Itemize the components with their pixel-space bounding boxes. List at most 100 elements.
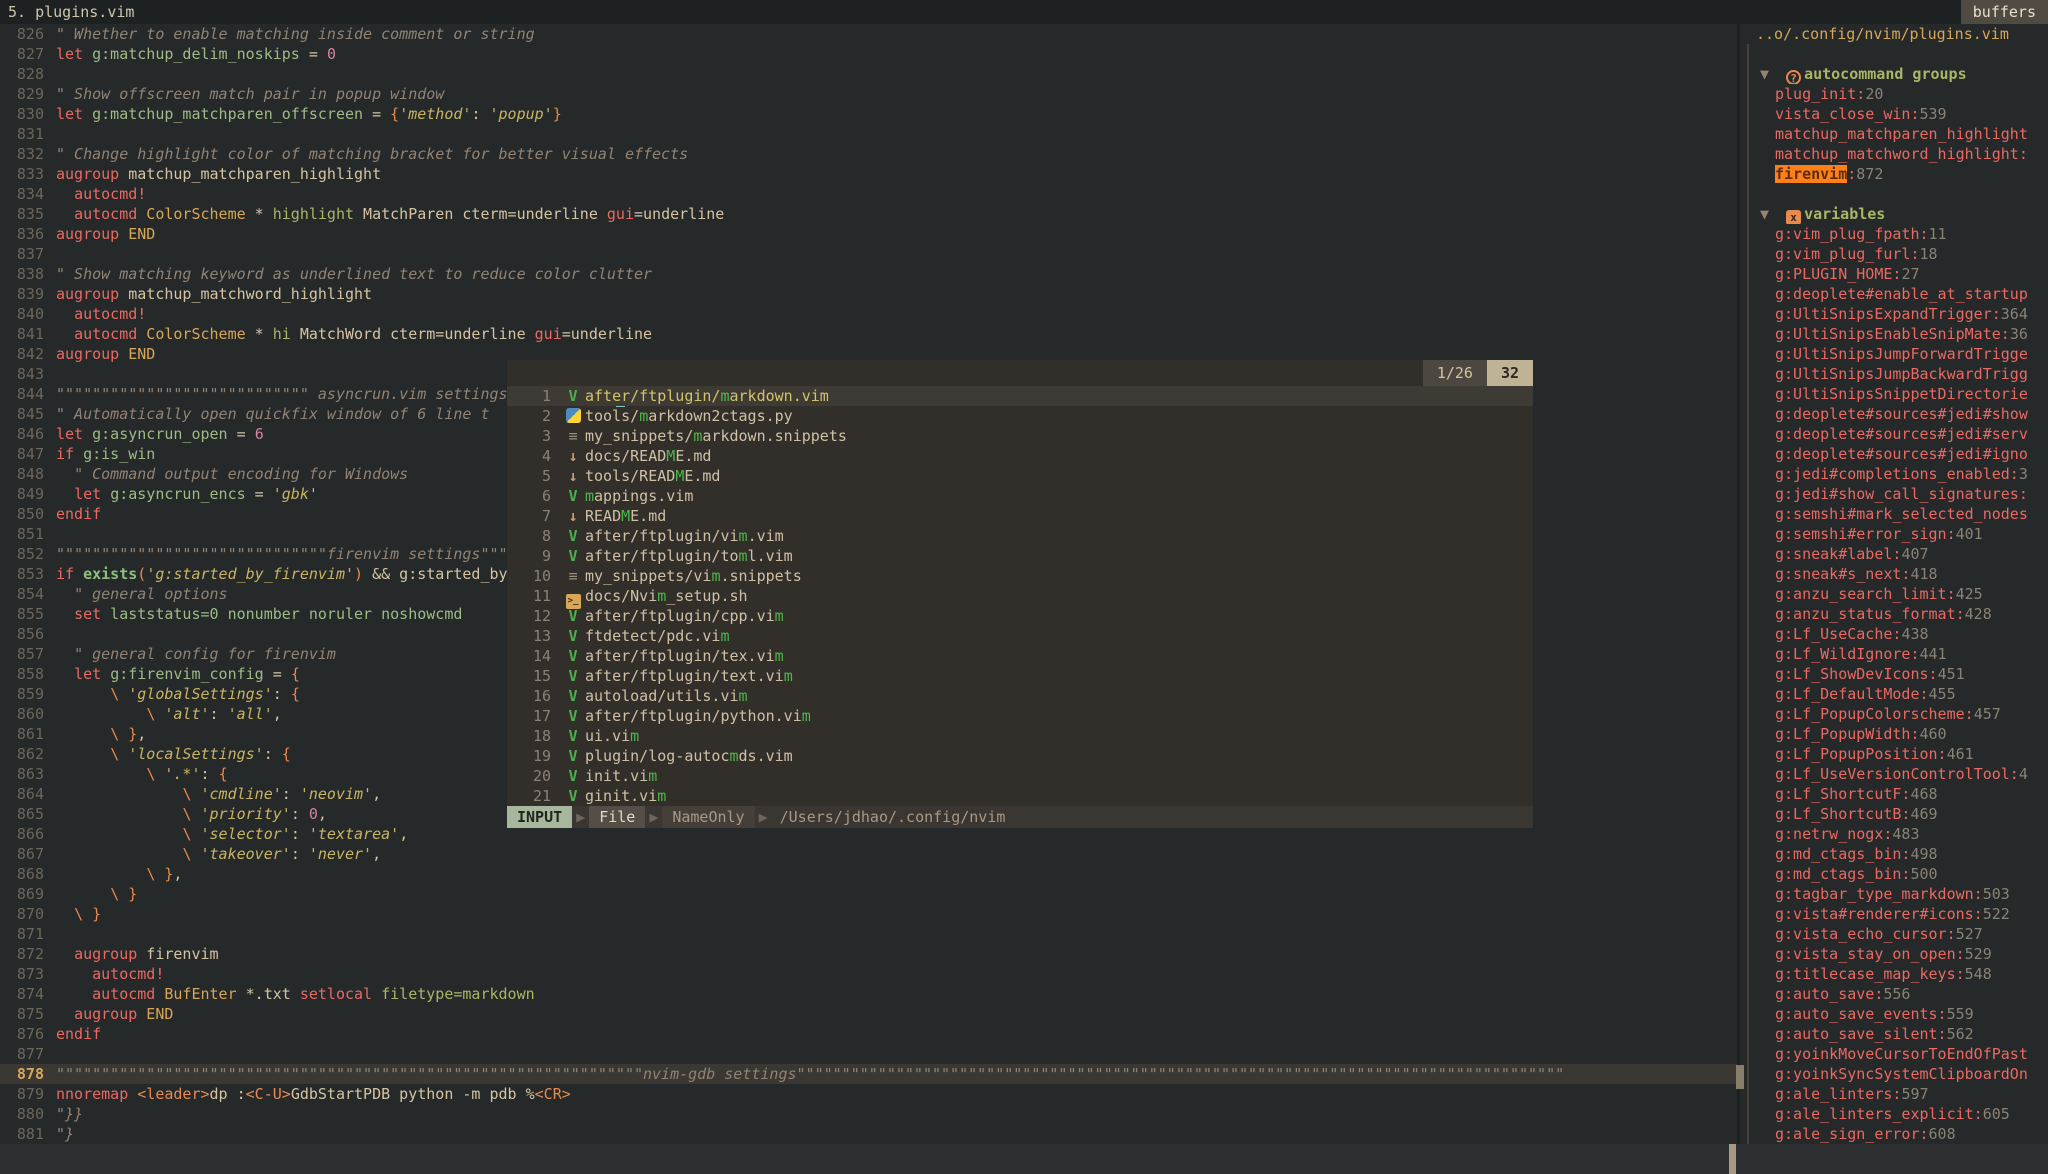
editor-line[interactable]: 840 autocmd!	[0, 304, 1737, 324]
vista-tag-item[interactable]: g:vim_plug_furl:18	[1740, 244, 2048, 264]
editor-line[interactable]: 867 \ 'takeover': 'never',	[0, 844, 1737, 864]
vista-tag-item[interactable]: g:deoplete#sources#jedi#show	[1740, 404, 2048, 424]
popup-result-item[interactable]: 9Vafter/ftplugin/toml.vim	[507, 546, 1533, 566]
vista-tag-item[interactable]: g:auto_save_events:559	[1740, 1004, 2048, 1024]
vista-tag-item[interactable]: g:Lf_PopupWidth:460	[1740, 724, 2048, 744]
vista-tag-item[interactable]: g:anzu_search_limit:425	[1740, 584, 2048, 604]
category-segment[interactable]: File	[589, 806, 645, 828]
popup-result-item[interactable]: 18Vui.vim	[507, 726, 1533, 746]
popup-result-item[interactable]: 21Vginit.vim	[507, 786, 1533, 806]
tab-active-buffer[interactable]: 5. plugins.vim	[8, 0, 134, 24]
vista-tag-item[interactable]: g:vista_echo_cursor:527	[1740, 924, 2048, 944]
vista-tag-item[interactable]: matchup_matchparen_highlight	[1740, 124, 2048, 144]
vista-tag-item[interactable]: vista_close_win:539	[1740, 104, 2048, 124]
editor-line[interactable]: 876endif	[0, 1024, 1737, 1044]
vista-tag-item[interactable]: g:sneak#label:407	[1740, 544, 2048, 564]
editor-line[interactable]: 879nnoremap <leader>dp :<C-U>GdbStartPDB…	[0, 1084, 1737, 1104]
vista-tag-item[interactable]: g:UltiSnipsEnableSnipMate:36	[1740, 324, 2048, 344]
vista-tag-item[interactable]: g:auto_save:556	[1740, 984, 2048, 1004]
editor-line[interactable]: 874 autocmd BufEnter *.txt setlocal file…	[0, 984, 1737, 1004]
vista-tag-item[interactable]: g:ale_linters_explicit:605	[1740, 1104, 2048, 1124]
tab-buffers-label[interactable]: buffers	[1961, 0, 2048, 24]
editor-line[interactable]: 835 autocmd ColorScheme * highlight Matc…	[0, 204, 1737, 224]
vista-tag-item[interactable]: g:jedi#show_call_signatures:	[1740, 484, 2048, 504]
editor-line[interactable]: 830let g:matchup_matchparen_offscreen = …	[0, 104, 1737, 124]
editor-line[interactable]: 878"""""""""""""""""""""""""""""""""""""…	[0, 1064, 1737, 1084]
editor-line[interactable]: 838" Show matching keyword as underlined…	[0, 264, 1737, 284]
vista-tag-item[interactable]: matchup_matchword_highlight:	[1740, 144, 2048, 164]
editor-line[interactable]: 832" Change highlight color of matching …	[0, 144, 1737, 164]
editor-line[interactable]: 873 autocmd!	[0, 964, 1737, 984]
editor-line[interactable]: 869 \ }	[0, 884, 1737, 904]
vista-tag-item[interactable]: g:sneak#s_next:418	[1740, 564, 2048, 584]
editor-line[interactable]: 841 autocmd ColorScheme * hi MatchWord c…	[0, 324, 1737, 344]
vista-tag-item[interactable]: plug_init:20	[1740, 84, 2048, 104]
vista-tag-item[interactable]: g:md_ctags_bin:498	[1740, 844, 2048, 864]
collapse-arrow-icon[interactable]: ▼	[1760, 205, 1778, 223]
vista-tag-item[interactable]: g:Lf_WildIgnore:441	[1740, 644, 2048, 664]
editor-line[interactable]: 871	[0, 924, 1737, 944]
popup-result-item[interactable]: 8Vafter/ftplugin/vim.vim	[507, 526, 1533, 546]
vista-tag-item[interactable]: g:UltiSnipsJumpBackwardTrigg	[1740, 364, 2048, 384]
collapse-arrow-icon[interactable]: ▼	[1760, 65, 1778, 83]
vista-tag-item[interactable]: g:vista_stay_on_open:529	[1740, 944, 2048, 964]
editor-line[interactable]: 877	[0, 1044, 1737, 1064]
vista-tag-item[interactable]: firenvim:872	[1740, 164, 2048, 184]
popup-result-list[interactable]: 1Vafter/ftplugin/markdown.vim2tools/mark…	[507, 386, 1533, 806]
vista-tag-item[interactable]: g:yoinkSyncSystemClipboardOn	[1740, 1064, 2048, 1084]
vista-tag-item[interactable]: g:Lf_ShowDevIcons:451	[1740, 664, 2048, 684]
vista-tag-item[interactable]: g:deoplete#sources#jedi#igno	[1740, 444, 2048, 464]
nameonly-segment[interactable]: NameOnly	[662, 806, 754, 828]
vista-tag-item[interactable]: g:Lf_DefaultMode:455	[1740, 684, 2048, 704]
popup-result-item[interactable]: 3≡my_snippets/markdown.snippets	[507, 426, 1533, 446]
vista-tag-item[interactable]: g:anzu_status_format:428	[1740, 604, 2048, 624]
vista-tag-item[interactable]: g:UltiSnipsJumpForwardTrigge	[1740, 344, 2048, 364]
editor-line[interactable]: 829" Show offscreen match pair in popup …	[0, 84, 1737, 104]
vista-tag-item[interactable]: g:Lf_PopupColorscheme:457	[1740, 704, 2048, 724]
vista-tag-item[interactable]: g:jedi#completions_enabled:3	[1740, 464, 2048, 484]
vista-tag-item[interactable]: g:semshi#error_sign:401	[1740, 524, 2048, 544]
editor-line[interactable]: 834 autocmd!	[0, 184, 1737, 204]
editor-line[interactable]: 881"}	[0, 1124, 1737, 1144]
editor-line[interactable]: 827let g:matchup_delim_noskips = 0	[0, 44, 1737, 64]
popup-result-item[interactable]: 7↓README.md	[507, 506, 1533, 526]
editor-line[interactable]: 826" Whether to enable matching inside c…	[0, 24, 1737, 44]
popup-result-item[interactable]: 12Vafter/ftplugin/cpp.vim	[507, 606, 1533, 626]
editor-line[interactable]: 837	[0, 244, 1737, 264]
popup-result-item[interactable]: 10≡my_snippets/vim.snippets	[507, 566, 1533, 586]
vista-tag-item[interactable]: g:vim_plug_fpath:11	[1740, 224, 2048, 244]
vista-tag-item[interactable]: g:Lf_UseVersionControlTool:4	[1740, 764, 2048, 784]
popup-prompt-bar[interactable]: >>> m 1/26 32	[507, 360, 1533, 386]
vista-tag-item[interactable]: g:auto_save_silent:562	[1740, 1024, 2048, 1044]
popup-result-item[interactable]: 19Vplugin/log-autocmds.vim	[507, 746, 1533, 766]
editor-line[interactable]: 831	[0, 124, 1737, 144]
vista-tag-item[interactable]: g:PLUGIN_HOME:27	[1740, 264, 2048, 284]
vista-tag-item[interactable]: g:deoplete#enable_at_startup	[1740, 284, 2048, 304]
editor-line[interactable]: 839augroup matchup_matchword_highlight	[0, 284, 1737, 304]
popup-result-item[interactable]: 20Vinit.vim	[507, 766, 1533, 786]
vista-section-header[interactable]: ▼ ?autocommand groups	[1740, 64, 2048, 84]
popup-result-item[interactable]: 13Vftdetect/pdc.vim	[507, 626, 1533, 646]
popup-result-item[interactable]: 2tools/markdown2ctags.py	[507, 406, 1533, 426]
vista-tag-item[interactable]: g:md_ctags_bin:500	[1740, 864, 2048, 884]
vista-tag-item[interactable]: g:deoplete#sources#jedi#serv	[1740, 424, 2048, 444]
popup-result-item[interactable]: 16Vautoload/utils.vim	[507, 686, 1533, 706]
vista-tag-item[interactable]: g:Lf_UseCache:438	[1740, 624, 2048, 644]
editor-line[interactable]: 828	[0, 64, 1737, 84]
vista-tag-item[interactable]: g:titlecase_map_keys:548	[1740, 964, 2048, 984]
vista-tag-item[interactable]: g:tagbar_type_markdown:503	[1740, 884, 2048, 904]
editor-line[interactable]: 868 \ },	[0, 864, 1737, 884]
popup-result-item[interactable]: 14Vafter/ftplugin/tex.vim	[507, 646, 1533, 666]
leaderf-popup[interactable]: >>> m 1/26 32 1Vafter/ftplugin/markdown.…	[507, 360, 1533, 828]
editor-line[interactable]: 836augroup END	[0, 224, 1737, 244]
vista-sidebar[interactable]: ..o/.config/nvim/plugins.vim▼ ?autocomma…	[1740, 24, 2048, 1144]
sidebar-scrollbar-thumb[interactable]	[1736, 1065, 1744, 1089]
vista-tag-item[interactable]: g:Lf_ShortcutB:469	[1740, 804, 2048, 824]
vista-tag-item[interactable]: g:Lf_PopupPosition:461	[1740, 744, 2048, 764]
vista-tag-item[interactable]: g:ale_sign_error:608	[1740, 1124, 2048, 1144]
editor-line[interactable]: 875 augroup END	[0, 1004, 1737, 1024]
vista-tag-item[interactable]: g:semshi#mark_selected_nodes	[1740, 504, 2048, 524]
popup-result-item[interactable]: 15Vafter/ftplugin/text.vim	[507, 666, 1533, 686]
vista-tag-item[interactable]: g:ale_linters:597	[1740, 1084, 2048, 1104]
vista-tag-item[interactable]: g:vista#renderer#icons:522	[1740, 904, 2048, 924]
